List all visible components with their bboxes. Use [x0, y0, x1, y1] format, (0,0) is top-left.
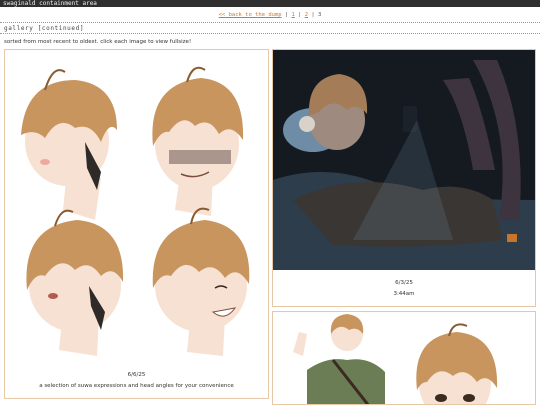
gallery-caption: a selection of suwa expressions and head…: [39, 383, 234, 389]
divider: [0, 33, 540, 34]
current-page: 3: [318, 12, 322, 18]
gallery-item-waving[interactable]: [272, 311, 536, 405]
nav-separator: |: [311, 12, 315, 18]
gallery-date: 6/6/25: [127, 372, 146, 378]
expressions-artwork: [5, 50, 268, 368]
night-phone-artwork: [273, 50, 535, 270]
nav-separator: |: [284, 12, 289, 18]
back-to-dump-link[interactable]: << back to the dump: [219, 12, 282, 18]
section-heading: gallery [continued]: [4, 25, 85, 32]
page-navigation: << back to the dump | 1 | 2 | 3: [0, 12, 540, 18]
waving-artwork: [273, 312, 535, 404]
page-link-2[interactable]: 2: [305, 12, 308, 18]
window-title: swaginald containment area: [0, 0, 540, 7]
nav-separator: |: [298, 12, 302, 18]
gallery-intro: sorted from most recent to oldest. click…: [4, 39, 192, 45]
gallery-caption: 3:44am: [393, 291, 415, 297]
page-link-1[interactable]: 1: [292, 12, 295, 18]
gallery-item-expressions[interactable]: 6/6/25 a selection of suwa expressions a…: [4, 49, 269, 399]
divider: [0, 22, 540, 23]
gallery-item-night-phone[interactable]: 6/3/25 3:44am: [272, 49, 536, 307]
gallery-date: 6/3/25: [395, 280, 413, 286]
